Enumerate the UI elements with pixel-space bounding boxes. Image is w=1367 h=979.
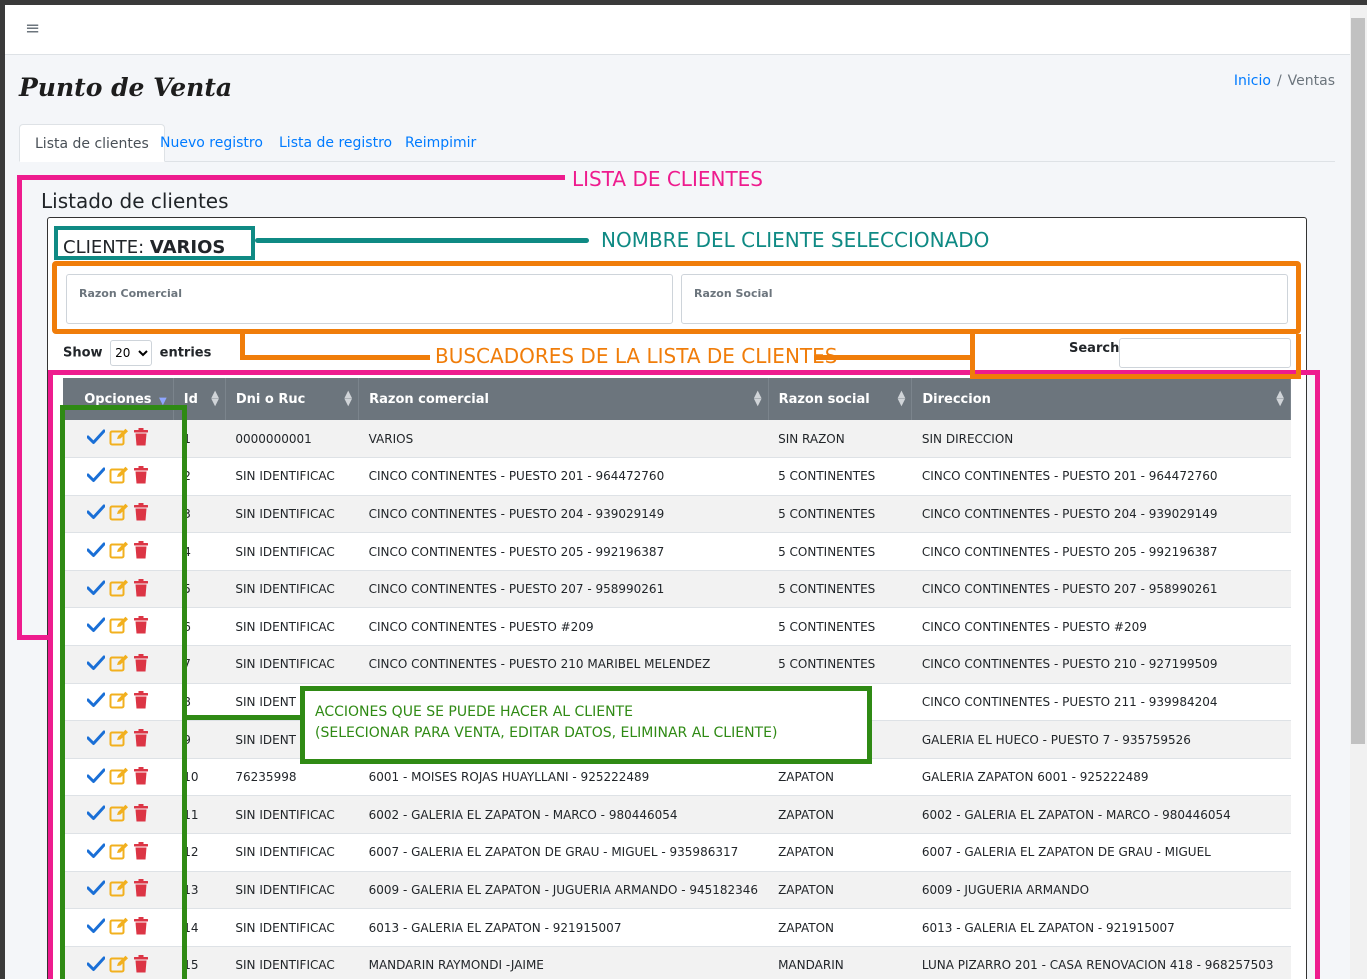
entries-label: entries <box>159 345 212 361</box>
annotation-orange-search-right <box>1296 334 1301 379</box>
page-title: Punto de Venta <box>19 73 233 102</box>
annotation-orange-right-line <box>814 355 974 360</box>
annotation-teal-box <box>54 226 255 260</box>
annotation-green-line <box>187 715 300 720</box>
breadcrumb-separator: / <box>1276 73 1282 89</box>
top-navbar: ≡ <box>5 5 1350 55</box>
annotation-teal-line <box>255 238 589 243</box>
annotation-orange-box <box>52 261 1301 334</box>
annotation-lista-clientes: LISTA DE CLIENTES <box>572 167 763 191</box>
annotation-green-column-box <box>60 405 187 979</box>
annotation-orange-left-line <box>240 355 430 360</box>
search-control: Search: <box>1069 338 1291 368</box>
tab-lista-de-registro[interactable]: Lista de registro <box>264 124 407 162</box>
annotation-pink-table-box <box>48 370 1320 979</box>
annotation-pink-top <box>17 175 565 180</box>
annotation-pink-left <box>17 175 22 640</box>
annotation-orange-search-left <box>970 334 975 378</box>
search-label: Search: <box>1069 341 1125 356</box>
annotation-orange-search-bottom <box>970 374 1301 379</box>
tab-bar: Lista de clientes Nuevo registro Lista d… <box>19 124 1335 162</box>
annotation-acciones-line2: (SELECIONAR PARA VENTA, EDITAR DATOS, EL… <box>315 725 778 741</box>
search-input[interactable] <box>1119 338 1291 368</box>
hamburger-icon[interactable]: ≡ <box>25 18 40 39</box>
breadcrumb-home-link[interactable]: Inicio <box>1234 73 1271 89</box>
scrollbar-thumb[interactable] <box>1351 18 1365 744</box>
tab-reimpimir[interactable]: Reimpimir <box>390 124 491 162</box>
annotation-pink-bottom <box>17 635 52 640</box>
annotation-buscadores: BUSCADORES DE LA LISTA DE CLIENTES <box>435 344 838 368</box>
section-title: Listado de clientes <box>41 189 229 213</box>
tab-nuevo-registro[interactable]: Nuevo registro <box>145 124 278 162</box>
breadcrumb: Inicio / Ventas <box>1234 73 1335 89</box>
show-label: Show <box>63 345 103 361</box>
tab-lista-de-clientes[interactable]: Lista de clientes <box>19 124 165 162</box>
annotation-nombre-cliente: NOMBRE DEL CLIENTE SELECCIONADO <box>601 228 990 252</box>
entries-select[interactable]: 20 <box>110 340 153 366</box>
breadcrumb-current: Ventas <box>1287 73 1335 89</box>
annotation-acciones-line1: ACCIONES QUE SE PUEDE HACER AL CLIENTE <box>315 704 633 720</box>
length-control: Show 20 entries <box>63 340 211 366</box>
